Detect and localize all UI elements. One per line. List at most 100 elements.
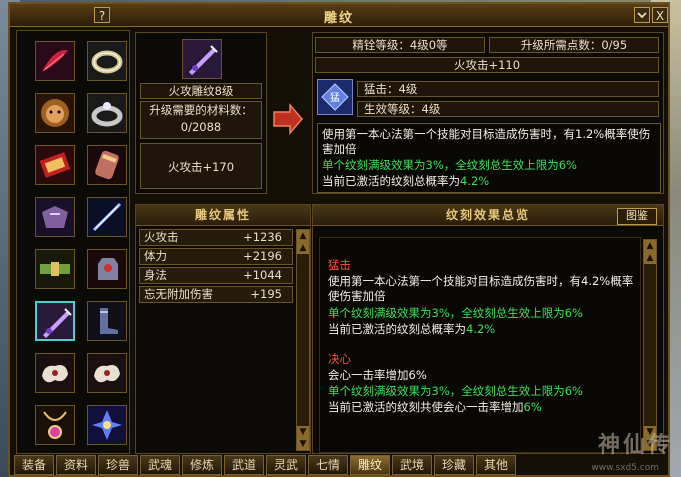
engrave-slot[interactable] [35, 301, 75, 341]
watermark-logo: 神仙传 [597, 433, 673, 458]
effect-name: 猛击 [328, 258, 351, 272]
engrave-slot[interactable] [87, 353, 127, 393]
skill-description: 使用第一本心法第一个技能对目标造成伤害时，有1.2%概率使伤害加倍 [322, 127, 651, 156]
upgrade-arrow-button[interactable] [272, 102, 304, 136]
scroll-up-icon[interactable]: ▲ [644, 240, 656, 252]
skill-level: 猛击：4级 [357, 81, 659, 97]
fire-attack-bonus: 火攻击+110 [315, 57, 659, 73]
skill-cap-note: 单个纹刻满级效果为3%，全纹刻总生效上限为6% [322, 158, 577, 172]
red-scroll-icon [36, 146, 74, 184]
attribute-panel-title: 雕纹属性 [136, 205, 310, 226]
tab-9[interactable]: 武境 [392, 455, 432, 475]
dragon-emblem-icon [88, 406, 126, 444]
summary-content: 猛击 使用第一本心法第一个技能对目标造成伤害时，有4.2%概率使伤害加倍 单个纹刻满… [319, 237, 641, 453]
tab-1[interactable]: 资料 [56, 455, 96, 475]
material-requirement-value: 0/2088 [180, 120, 222, 134]
engrave-slot[interactable] [87, 405, 127, 445]
effect-active-total-label: 当前已激活的纹刻共使会心一击率增加 [328, 400, 524, 414]
tab-2[interactable]: 珍兽 [98, 455, 138, 475]
tab-6[interactable]: 灵武 [266, 455, 306, 475]
current-item-icon[interactable] [182, 39, 222, 79]
effect-name: 决心 [328, 352, 351, 366]
attribute-value: +2196 [243, 249, 282, 263]
engrave-slot[interactable] [35, 353, 75, 393]
summary-panel-title: 纹刻效果总览 [313, 205, 663, 226]
red-feather-icon [36, 42, 74, 80]
pendant-icon [36, 406, 74, 444]
engrave-slot[interactable] [87, 145, 127, 185]
tab-10[interactable]: 珍藏 [434, 455, 474, 475]
summary-panel: 纹刻效果总览 图鉴 猛击 使用第一本心法第一个技能对目标造成伤害时，有4.2%概率… [312, 204, 664, 454]
engrave-info-panel: 精铨等级：4级0等 升级所需点数：0/95 火攻击+110 猛 猛击：4级 生效… [312, 32, 664, 194]
blue-blade-icon [88, 198, 126, 236]
attribute-panel: 雕纹属性 火攻击 +1236 体力 +2196 身法 +1044 忘无附加伤害 +195 ▲ … [135, 204, 311, 454]
attribute-name: 体力 [144, 249, 167, 263]
effect-level: 生效等级：4级 [357, 101, 659, 117]
white-cloud-icon [88, 354, 126, 392]
material-requirement: 升级需要的材料数： 0/2088 [140, 101, 262, 139]
close-button[interactable]: X [652, 7, 668, 23]
attribute-value: +1236 [243, 230, 282, 244]
upgrade-points: 升级所需点数：0/95 [489, 37, 659, 53]
tab-5[interactable]: 武道 [224, 455, 264, 475]
engrave-slot[interactable] [87, 93, 127, 133]
scroll-bottom-icon[interactable]: ▼ [297, 426, 309, 438]
attribute-value: +195 [250, 287, 282, 301]
attribute-value: +1044 [243, 268, 282, 282]
lion-mask-icon [36, 94, 74, 132]
gauntlet-icon [88, 250, 126, 288]
engrave-slot[interactable] [35, 41, 75, 81]
title-bar[interactable]: ? 雕纹 X [10, 4, 668, 27]
blue-rune-icon: 猛 [318, 80, 352, 114]
tab-0[interactable]: 装备 [14, 455, 54, 475]
scroll-top-icon[interactable]: ▲ [644, 252, 656, 264]
effect-cap-note: 单个纹刻满级效果为3%，全纹刻总生效上限为6% [328, 384, 583, 398]
skill-icon-slot[interactable]: 猛 [317, 79, 353, 115]
item-effect: 火攻击+170 [140, 143, 262, 189]
tab-8[interactable]: 雕纹 [350, 455, 390, 475]
engrave-slot[interactable] [35, 405, 75, 445]
engrave-slot[interactable] [35, 93, 75, 133]
scroll-down-icon[interactable]: ▼ [297, 438, 309, 450]
summary-scrollbar[interactable]: ▲ ▲ ▼ ▼ [643, 239, 657, 451]
engrave-slot[interactable] [87, 249, 127, 289]
effect-active-total: 当前已激活的纹刻共使会心一击率增加6% [328, 400, 634, 415]
effect-active-total-value: 6% [523, 400, 542, 414]
refine-level: 精铨等级：4级0等 [315, 37, 485, 53]
attribute-scrollbar[interactable]: ▲ ▲ ▼ ▼ [296, 229, 310, 451]
engrave-slot[interactable] [87, 41, 127, 81]
purple-sword-icon [37, 303, 73, 339]
tab-3[interactable]: 武魂 [140, 455, 180, 475]
engrave-slot[interactable] [35, 197, 75, 237]
item-detail-panel: 火攻雕纹8级 升级需要的材料数： 0/2088 火攻击+170 [135, 32, 267, 194]
engrave-slot[interactable] [87, 197, 127, 237]
tab-4[interactable]: 修炼 [182, 455, 222, 475]
item-name: 火攻雕纹8级 [140, 83, 262, 99]
svg-text:猛: 猛 [330, 92, 340, 104]
effect-active-total: 当前已激活的纹刻总概率为4.2% [328, 322, 634, 337]
window-title: 雕纹 [323, 11, 354, 26]
engrave-slot[interactable] [35, 145, 75, 185]
watermark-url: www.sxd5.com [591, 463, 659, 473]
guide-button[interactable]: 图鉴 [617, 208, 657, 225]
attribute-name: 忘无附加伤害 [144, 287, 213, 301]
effect-active-total-value: 4.2% [466, 322, 496, 336]
tab-11[interactable]: 其他 [476, 455, 516, 475]
engrave-slot[interactable] [87, 301, 127, 341]
tab-7[interactable]: 七情 [308, 455, 348, 475]
attribute-row: 身法 +1044 [139, 267, 293, 284]
scroll-up-icon[interactable]: ▲ [297, 230, 309, 242]
scroll-top-icon[interactable]: ▲ [297, 242, 309, 254]
effect-description: 会心一击率增加6% [328, 368, 427, 382]
purple-armor-icon [36, 198, 74, 236]
material-requirement-label: 升级需要的材料数： [149, 103, 253, 117]
attribute-name: 身法 [144, 268, 167, 282]
attribute-row: 体力 +2196 [139, 248, 293, 265]
engrave-slot[interactable] [35, 249, 75, 289]
white-cloud-icon [36, 354, 74, 392]
attribute-name: 火攻击 [144, 230, 179, 244]
minimize-button[interactable] [634, 7, 650, 23]
skill-description-box: 使用第一本心法第一个技能对目标造成伤害时，有1.2%概率使伤害加倍 单个纹刻满级… [317, 123, 661, 193]
arrow-right-icon [273, 102, 303, 136]
engrave-window: ? 雕纹 X 火攻雕纹8级 升级需要的材料数： 0/2088 火攻击+170 精… [8, 2, 670, 477]
